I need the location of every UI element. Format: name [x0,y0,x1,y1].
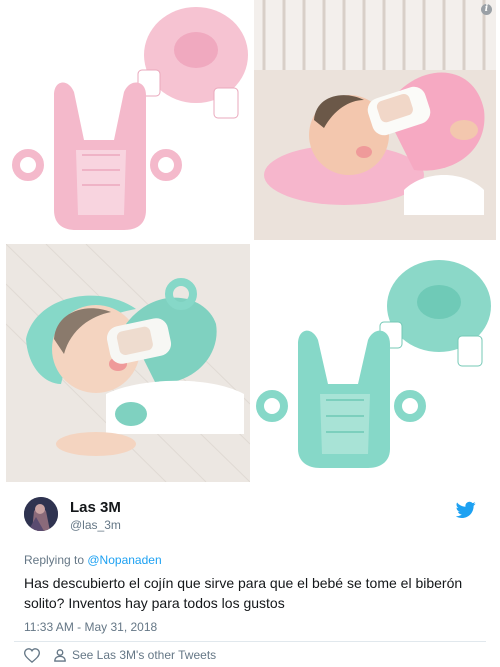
replying-prefix: Replying to [24,553,88,567]
heart-icon[interactable] [24,647,40,663]
baby-mint-illustration [6,244,250,482]
product-photo-grid: i [0,0,500,484]
pink-pillow-illustration [12,7,248,230]
tweet-author-handle[interactable]: @las_3m [70,518,121,532]
photo-pink-pillow [6,0,250,240]
twitter-bird-icon[interactable] [456,501,476,519]
see-other-tweets-link[interactable]: See Las 3M's other Tweets [72,648,216,662]
tweet-actions: See Las 3M's other Tweets [24,646,216,664]
baby-pink-illustration [254,0,496,240]
photo-mint-pillow [254,244,496,482]
tweet-timestamp[interactable]: 11:33 AM - May 31, 2018 [24,620,157,634]
replying-to-link[interactable]: @Nopanaden [87,553,161,567]
avatar-image [24,497,58,531]
photo-baby-pink-pillow [254,0,496,240]
info-icon[interactable]: i [481,4,492,15]
tweet-text: Has descubierto el cojín que sirve para … [24,575,463,611]
person-icon[interactable] [54,648,66,662]
avatar[interactable] [24,497,58,531]
photo-baby-mint-pillow [6,244,250,482]
divider [14,641,486,642]
mint-pillow-illustration [256,260,491,468]
tweet-author-name[interactable]: Las 3M [70,499,121,516]
replying-to: Replying to @Nopanaden [24,553,162,567]
